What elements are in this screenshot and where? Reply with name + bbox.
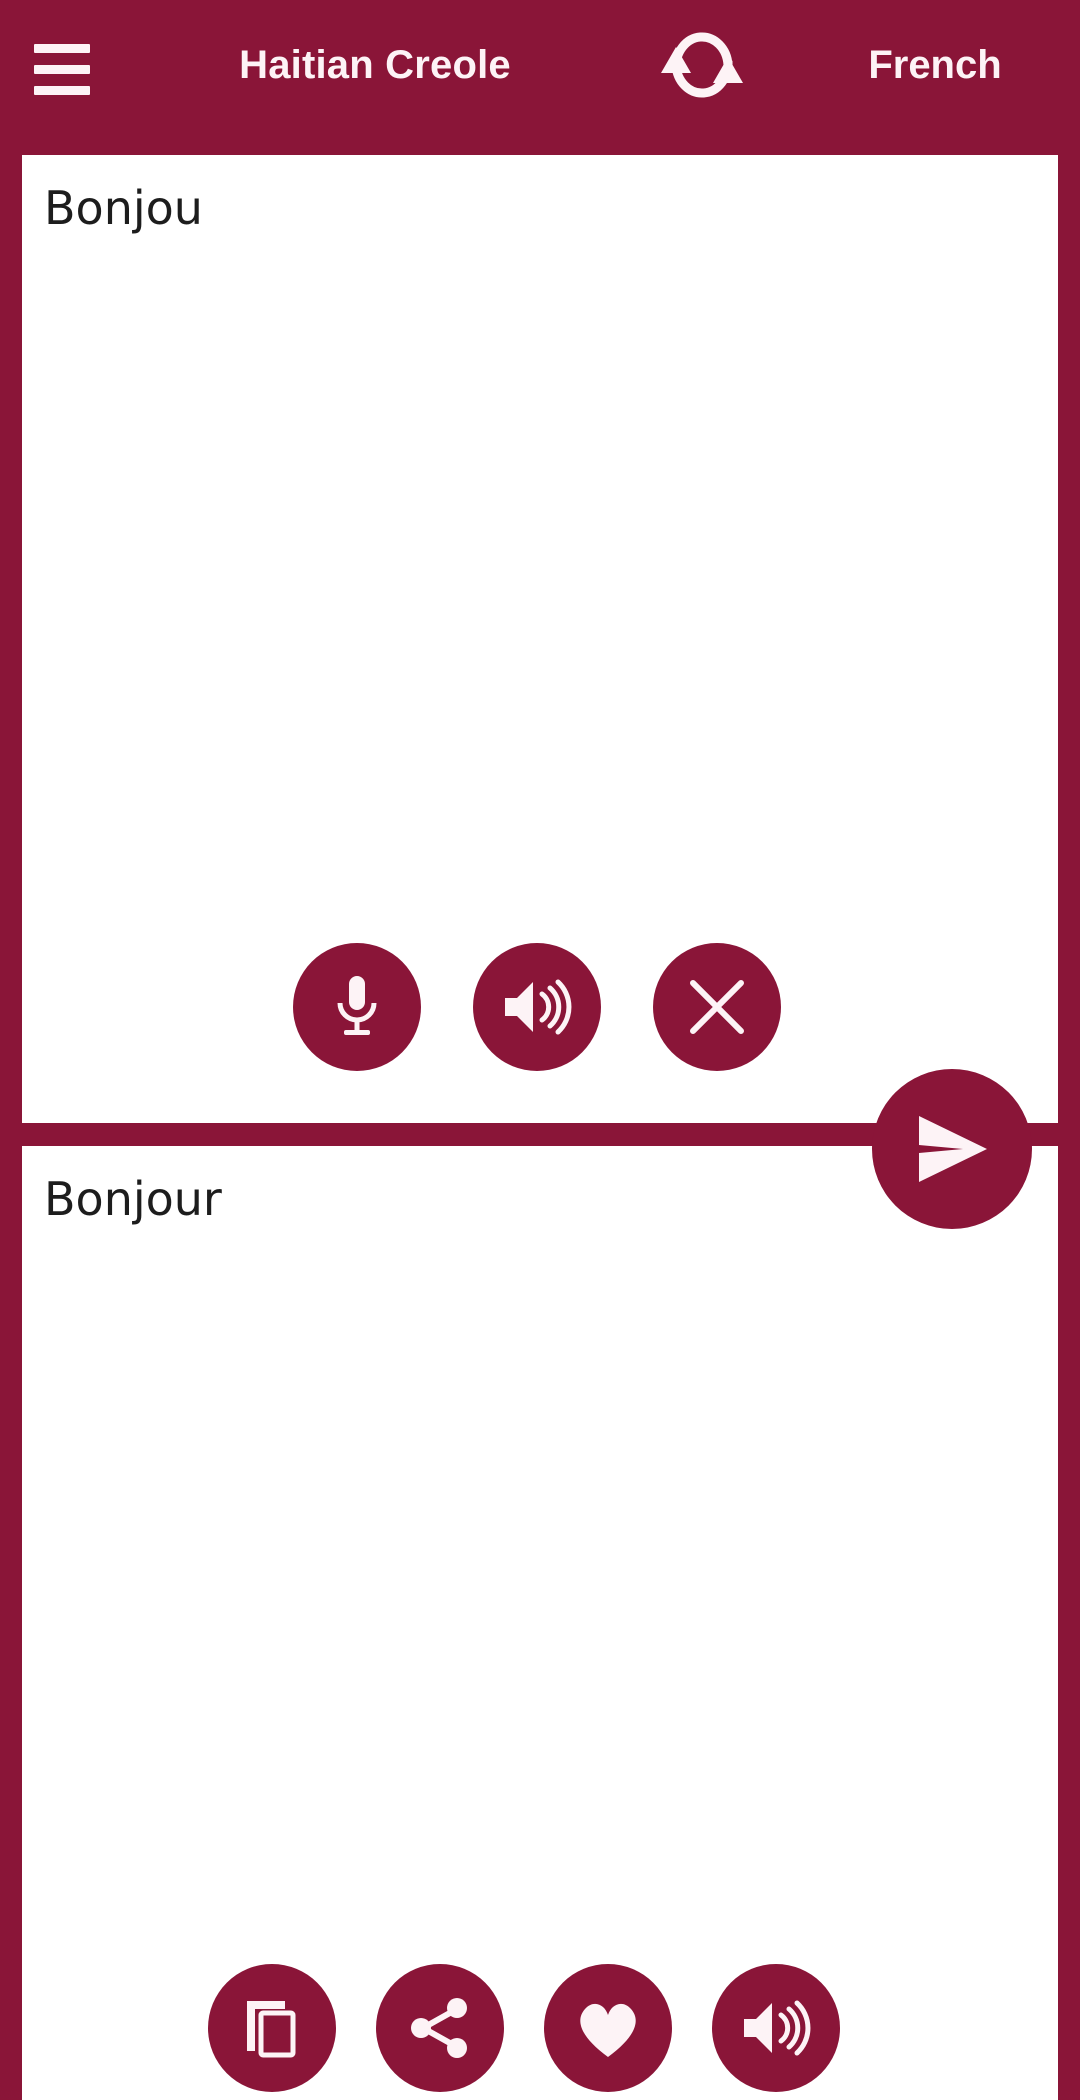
menu-icon-bar: [34, 85, 90, 95]
menu-icon-bar: [34, 43, 90, 53]
speaker-icon: [505, 979, 572, 1035]
swap-languages-button[interactable]: [650, 22, 754, 108]
copy-icon: [247, 2001, 296, 2058]
listen-source-button[interactable]: [473, 943, 601, 1071]
copy-button[interactable]: [208, 1964, 336, 2092]
close-icon: [690, 980, 744, 1034]
microphone-button[interactable]: [293, 943, 421, 1071]
swap-languages-icon: [661, 32, 743, 98]
source-language-selector[interactable]: Haitian Creole: [180, 0, 570, 130]
speaker-icon: [744, 2000, 811, 2056]
heart-icon: [580, 2003, 636, 2057]
source-text-input[interactable]: Bonjou: [44, 179, 1034, 237]
source-language-label: Haitian Creole: [239, 42, 511, 87]
clear-text-button[interactable]: [653, 943, 781, 1071]
target-text-panel[interactable]: Bonjour: [22, 1146, 1058, 2100]
hamburger-menu-button[interactable]: [34, 40, 100, 98]
speak-translation-button[interactable]: [712, 1964, 840, 2092]
send-icon: [919, 1116, 987, 1182]
menu-icon-bar: [34, 64, 90, 74]
target-language-label: French: [868, 42, 1002, 87]
share-button[interactable]: [376, 1964, 504, 2092]
microphone-icon: [337, 976, 377, 1035]
favorite-button[interactable]: [544, 1964, 672, 2092]
send-translate-button[interactable]: [872, 1069, 1032, 1229]
app-header: Haitian Creole French: [0, 0, 1080, 155]
share-icon: [411, 1998, 467, 2058]
translator-app: Haitian Creole French Bonjou Bonjour: [0, 0, 1080, 2100]
target-language-selector[interactable]: French: [790, 0, 1080, 130]
